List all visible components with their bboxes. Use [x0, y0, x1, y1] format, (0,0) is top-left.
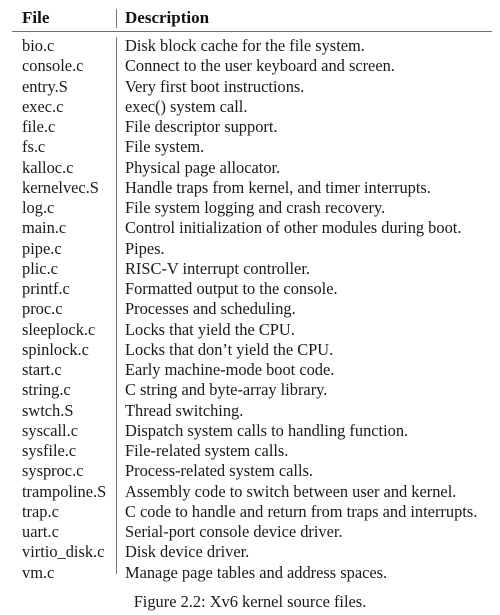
table-row: plic.c RISC-V interrupt controller. [12, 259, 492, 279]
table-row: string.c C string and byte-array library. [12, 380, 492, 400]
file-description-cell: File system. [125, 137, 205, 157]
file-name-cell: start.c [22, 360, 62, 379]
file-name-cell: trap.c [22, 501, 59, 521]
file-name-cell: kalloc.c [22, 157, 74, 177]
file-description-cell: Formatted output to the console. [125, 279, 338, 298]
file-name-cell: string.c [22, 380, 71, 400]
file-description-cell: File-related system calls. [125, 441, 289, 460]
file-description-cell: Locks that yield the CPU. [125, 319, 295, 339]
file-description-cell: Connect to the user keyboard and screen. [125, 56, 395, 76]
file-name-cell: syscall.c [22, 420, 78, 440]
file-name-cell: pipe.c [22, 238, 62, 258]
file-description-cell: Manage page tables and address spaces. [125, 562, 388, 582]
file-name-cell: console.c [22, 56, 84, 76]
file-description-cell: Assembly code to switch between user and… [125, 481, 457, 501]
table-row: file.c File descriptor support. [12, 117, 492, 137]
table-row: syscall.c Dispatch system calls to handli… [12, 421, 492, 441]
file-name-cell: sleeplock.c [22, 319, 96, 339]
file-description-cell: Serial-port console device driver. [125, 522, 343, 541]
figure-caption: Figure 2.2: Xv6 kernel source files. [133, 592, 367, 611]
table-row: printf.c Formatted output to the console. [12, 279, 492, 299]
file-name-cell: virtio_disk.c [22, 542, 105, 562]
table-row: console.c Connect to the user keyboard an… [12, 56, 492, 76]
file-name-cell: kernelvec.S [22, 177, 99, 197]
file-description-cell: C code to handle and return from traps a… [125, 501, 478, 521]
file-description-cell: Processes and scheduling. [125, 299, 296, 319]
file-description-cell: Disk device driver. [125, 542, 250, 562]
table-row: sysfile.c File-related system calls. [12, 441, 492, 461]
file-name-cell: spinlock.c [22, 339, 89, 359]
column-divider [116, 9, 118, 28]
file-name-cell: printf.c [22, 279, 70, 298]
table-row: log.c File system logging and crash recov… [12, 198, 492, 218]
table-row: exec.c exec() system call. [12, 97, 492, 117]
table-row: bio.c Disk block cache for the file syste… [12, 36, 492, 56]
table-row: trampoline.S Assembly code to switch betw… [12, 482, 492, 502]
table-row: fs.c File system. [12, 137, 492, 157]
file-name-cell: log.c [22, 198, 55, 217]
header-description: Description [125, 8, 210, 27]
table-row: sysproc.c Process-related system calls. [12, 461, 492, 481]
table-body: bio.c Disk block cache for the file syste… [12, 32, 492, 583]
kernel-files-table: File Description bio.c Disk block cache f… [12, 3, 492, 583]
header-file: File [22, 8, 50, 27]
table-row: virtio_disk.c Disk device driver. [12, 542, 492, 562]
file-description-cell: Thread switching. [125, 400, 244, 420]
file-description-cell: Very first boot instructions. [125, 76, 305, 96]
file-name-cell: uart.c [22, 522, 59, 541]
file-name-cell: sysfile.c [22, 441, 77, 460]
table-row: spinlock.c Locks that don’t yield the CPU… [12, 340, 492, 360]
file-name-cell: proc.c [22, 299, 63, 319]
file-description-cell: C string and byte-array library. [125, 380, 328, 400]
file-description-cell: File descriptor support. [125, 117, 278, 136]
table-row: pipe.c Pipes. [12, 239, 492, 259]
file-name-cell: fs.c [22, 137, 46, 157]
file-description-cell: exec() system call. [125, 96, 248, 116]
file-name-cell: entry.S [22, 76, 68, 96]
file-description-cell: Early machine-mode boot code. [125, 360, 335, 379]
file-name-cell: vm.c [22, 562, 55, 582]
file-name-cell: exec.c [22, 96, 64, 116]
file-description-cell: Disk block cache for the file system. [125, 36, 365, 55]
table-row: vm.c Manage page tables and address space… [12, 563, 492, 583]
table-row: start.c Early machine-mode boot code. [12, 360, 492, 380]
file-name-cell: main.c [22, 218, 67, 238]
file-name-cell: plic.c [22, 258, 58, 278]
table-row: kernelvec.S Handle traps from kernel, and… [12, 178, 492, 198]
file-name-cell: trampoline.S [22, 481, 107, 501]
table-row: swtch.S Thread switching. [12, 401, 492, 421]
table-row: sleeplock.c Locks that yield the CPU. [12, 320, 492, 340]
file-description-cell: Physical page allocator. [125, 157, 281, 177]
file-description-cell: RISC-V interrupt controller. [125, 258, 310, 278]
table-header-row: File Description [12, 3, 492, 32]
file-description-cell: Pipes. [125, 238, 165, 258]
table-row: proc.c Processes and scheduling. [12, 299, 492, 319]
file-description-cell: Locks that don’t yield the CPU. [125, 339, 334, 359]
file-description-cell: Dispatch system calls to handling functi… [125, 420, 409, 440]
file-description-cell: File system logging and crash recovery. [125, 198, 386, 217]
file-description-cell: Process-related system calls. [125, 461, 313, 481]
file-name-cell: bio.c [22, 36, 55, 55]
table-row: main.c Control initialization of other mo… [12, 218, 492, 238]
file-name-cell: sysproc.c [22, 461, 84, 481]
file-description-cell: Handle traps from kernel, and timer inte… [125, 177, 431, 197]
file-name-cell: file.c [22, 117, 56, 136]
table-row: uart.c Serial-port console device driver. [12, 522, 492, 542]
file-description-cell: Control initialization of other modules … [125, 218, 462, 238]
table-row: kalloc.c Physical page allocator. [12, 158, 492, 178]
table-row: entry.S Very first boot instructions. [12, 77, 492, 97]
file-name-cell: swtch.S [22, 400, 74, 420]
table-row: trap.c C code to handle and return from t… [12, 502, 492, 522]
